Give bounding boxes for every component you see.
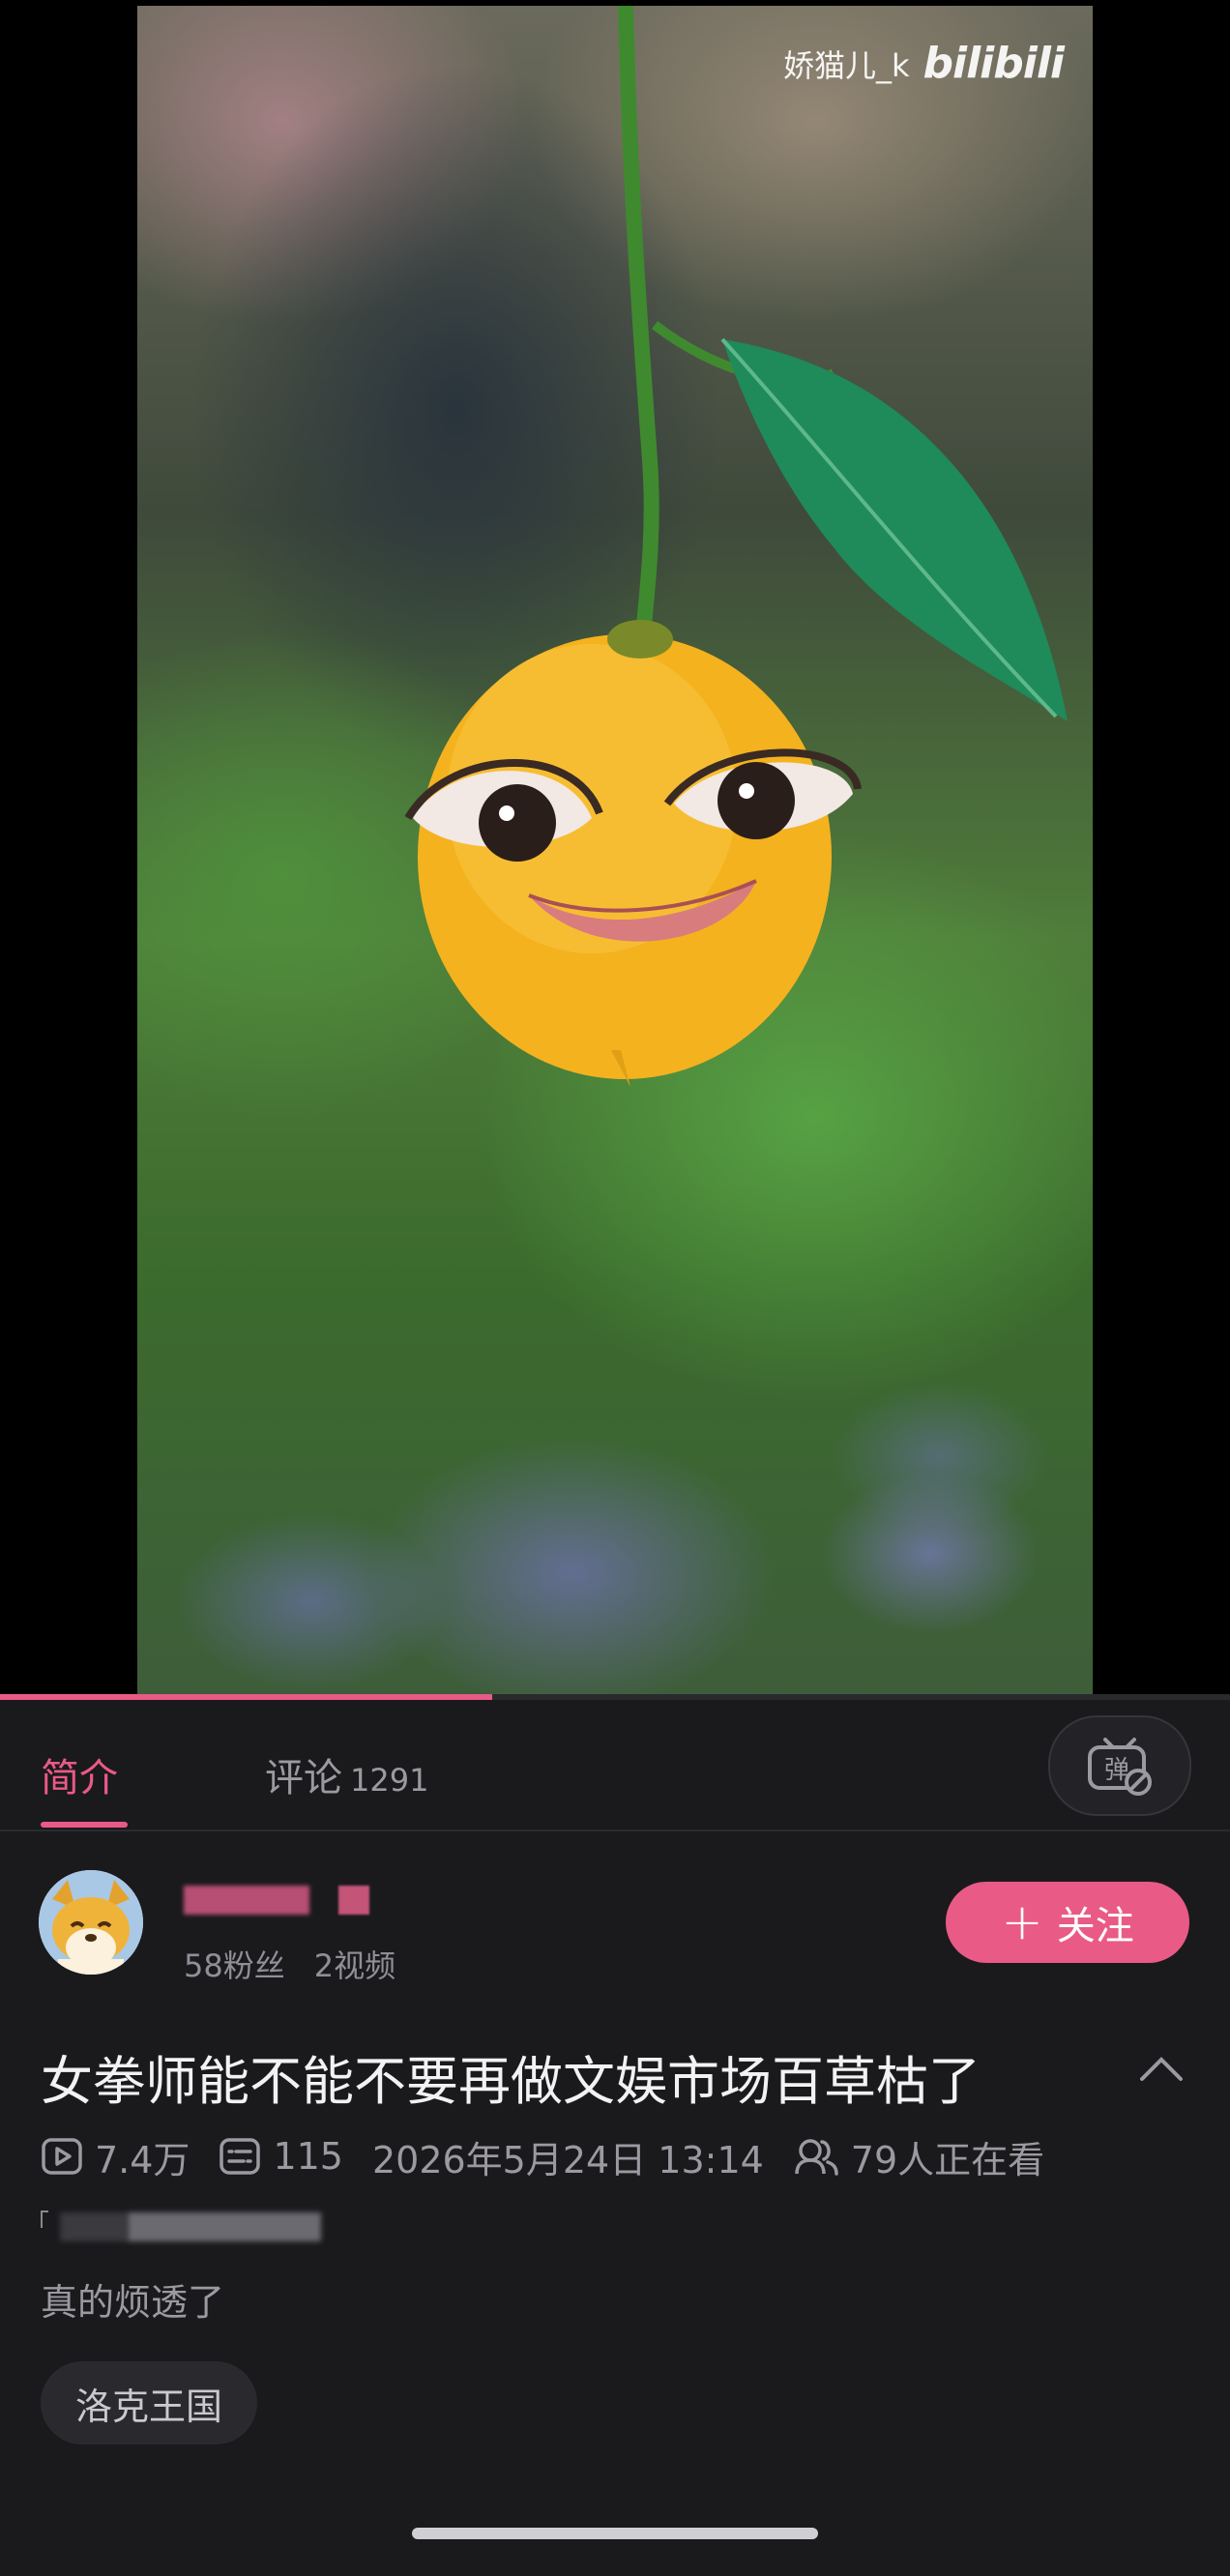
bilibili-logo: bilibili <box>922 39 1065 88</box>
watching-count: 79人正在看 <box>850 2138 1045 2181</box>
video-player[interactable]: 娇猫儿_k bilibili <box>0 0 1230 1700</box>
views-stat: 7.4万 <box>41 2130 190 2183</box>
people-watching-icon <box>795 2139 838 2176</box>
tab-active-indicator <box>41 1822 128 1828</box>
description-redacted <box>41 2210 321 2243</box>
quote-mark <box>41 2210 48 2228</box>
tab-intro-label: 简介 <box>41 1756 118 1800</box>
home-indicator[interactable] <box>412 2528 818 2539</box>
video-meta-row: 7.4万 115 2026年5月24日 13:14 79人正在看 <box>41 2131 1044 2181</box>
watermark-user: 娇猫儿_k <box>782 46 910 84</box>
fox-avatar-image <box>39 1870 143 1975</box>
danmaku-count: 115 <box>273 2135 343 2178</box>
tag-chip[interactable]: 洛克王国 <box>41 2361 258 2444</box>
publish-datetime: 2026年5月24日 13:14 <box>371 2138 764 2181</box>
chevron-up-icon <box>1140 2057 1183 2081</box>
video-frame[interactable]: 娇猫儿_k bilibili <box>137 6 1093 1700</box>
video-description: 真的烦透了 <box>41 2281 225 2324</box>
follow-label: 关注 <box>1056 1904 1134 1948</box>
redacted-block <box>128 2212 321 2241</box>
comments-count: 1291 <box>350 1762 429 1799</box>
video-title: 女拳师能不能不要再做文娱市场百草枯了 <box>41 2051 981 2112</box>
follow-button[interactable]: + 关注 <box>946 1882 1189 1963</box>
uploader-name-redacted[interactable] <box>184 1882 377 1922</box>
video-watermark: 娇猫儿_k bilibili <box>782 39 1065 88</box>
danmaku-off-icon: 弹 <box>1088 1738 1152 1796</box>
danmaku-stat: 115 <box>219 2135 343 2178</box>
uploader-videos: 2视频 <box>313 1947 396 1984</box>
danmaku-toggle-button[interactable]: 弹 <box>1048 1715 1191 1816</box>
plus-icon: + <box>1001 1893 1043 1951</box>
uploader-avatar[interactable] <box>39 1870 143 1975</box>
redacted-block <box>184 1886 309 1915</box>
lemon-scene-image <box>404 6 1068 1087</box>
uploader-fans: 58粉丝 <box>184 1947 285 1984</box>
detail-tabs: 简介 评论 1291 弹 <box>0 1700 1230 1831</box>
tab-comments[interactable]: 评论 1291 <box>265 1746 428 1802</box>
redacted-block <box>60 2212 128 2241</box>
collapse-button[interactable] <box>1137 2048 1186 2087</box>
play-count-icon <box>42 2138 82 2175</box>
views-count: 7.4万 <box>95 2138 190 2181</box>
redacted-block <box>338 1886 369 1915</box>
uploader-stats: 58粉丝 2视频 <box>184 1942 395 1986</box>
danmaku-count-icon <box>220 2138 261 2175</box>
watching-stat: 79人正在看 <box>793 2130 1044 2183</box>
tab-intro[interactable]: 简介 <box>41 1746 118 1802</box>
tab-comments-label: 评论 <box>265 1756 342 1800</box>
